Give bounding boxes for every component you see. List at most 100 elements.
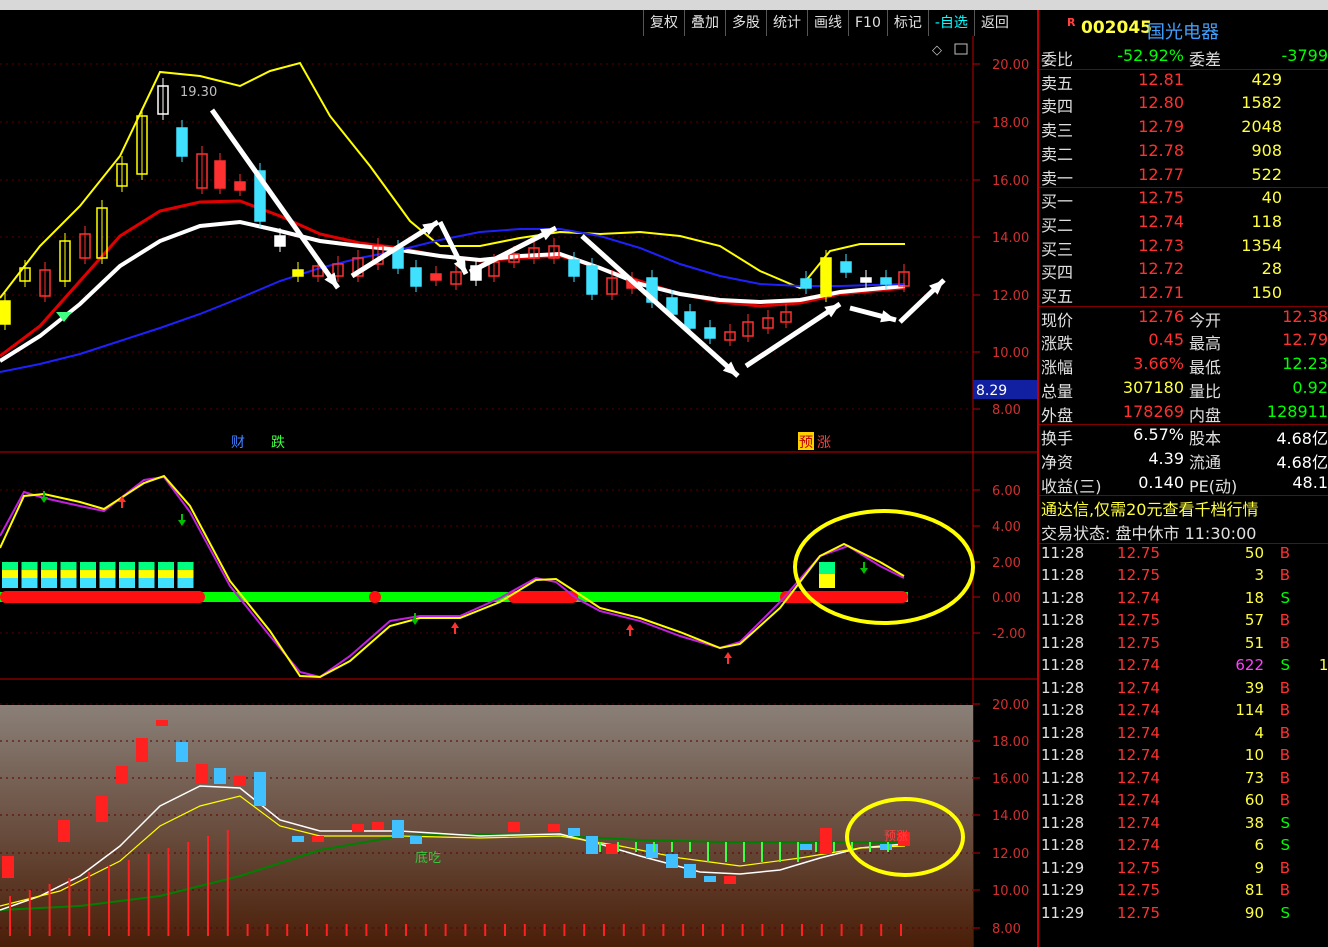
ask-row: 卖一 12.77 522 — [1039, 163, 1328, 188]
tick-bs: S — [1280, 656, 1290, 675]
stat-label2: 量比 — [1189, 381, 1222, 401]
bar-block — [158, 562, 174, 570]
toolbar-button-4[interactable]: 画线 — [807, 10, 848, 36]
bid-row: 买三 12.73 1354 — [1039, 234, 1328, 259]
ask-vol: 1582 — [1241, 93, 1282, 113]
stat2-row: 收益(三) 0.140 PE(动) 48.1 — [1039, 471, 1328, 496]
bar-block — [80, 562, 96, 570]
chart-toolbar: 复权 叠加 多股 统计 画线 F10 标记 -自选 返回 — [643, 10, 1015, 36]
tick-vol: 73 — [1244, 768, 1264, 787]
tick-price: 12.74 — [1117, 656, 1160, 675]
tick-vol: 50 — [1244, 543, 1264, 562]
tick-row: 11:2812.7460B5 — [1039, 789, 1328, 812]
toolbar-button-6[interactable]: 标记 — [886, 10, 928, 36]
tick-time: 11:28 — [1041, 611, 1085, 630]
candle-body — [586, 265, 598, 295]
weibi-row: 委比 -52.92% 委差 -3799 — [1039, 44, 1328, 69]
lower-candle — [214, 768, 226, 784]
quote-panel: R 002045 国光电器 委比 -52.92% 委差 -3799 卖五 12.81 429… — [1037, 10, 1328, 947]
ask-vol: 522 — [1251, 164, 1282, 184]
tick-time: 11:28 — [1041, 768, 1085, 787]
stat2-row: 净资 4.39 流通 4.68亿 — [1039, 447, 1328, 472]
candle-body — [704, 327, 716, 339]
lower-candle — [548, 824, 560, 832]
y-axis-labels: 20.00 18.00 16.00 14.00 12.00 10.00 8.00 6.00 4.… — [973, 58, 1029, 937]
bar-block — [177, 570, 194, 578]
stat2-label2: PE(动) — [1189, 476, 1238, 496]
tick-time: 11:29 — [1041, 858, 1085, 877]
stat2-label2: 股本 — [1189, 429, 1222, 449]
tick-row: 11:2812.7557B2 — [1039, 609, 1328, 632]
tick-n: 12 — [1318, 656, 1328, 675]
tick-bs: B — [1279, 701, 1290, 720]
tick-vol: 81 — [1244, 881, 1264, 900]
tick-price: 12.74 — [1117, 768, 1160, 787]
bid-vol: 118 — [1251, 211, 1282, 231]
tick-row: 11:2812.7438S2 — [1039, 812, 1328, 835]
tick-vol: 622 — [1235, 656, 1264, 675]
toolbar-button-5[interactable]: F10 — [848, 10, 887, 36]
stock-name[interactable]: 国光电器 — [1147, 18, 1219, 44]
lower-candle — [392, 820, 404, 838]
lower-candle — [606, 844, 618, 854]
vol-y-tick-label: 12.00 — [992, 847, 1029, 862]
candle-body — [234, 181, 246, 191]
tick-price: 12.75 — [1117, 858, 1160, 877]
toolbar-button-3[interactable]: 统计 — [766, 10, 807, 36]
tick-time: 11:29 — [1041, 903, 1085, 922]
down-arrow-icon — [178, 520, 186, 526]
tick-price: 12.74 — [1117, 791, 1160, 810]
lower-candle — [724, 876, 736, 884]
status-row: 交易状态: 盘中休市 11:30:00 — [1039, 518, 1328, 543]
bid-vol: 1354 — [1241, 235, 1282, 255]
toolbar-button-0[interactable]: 复权 — [643, 10, 684, 36]
stat2-value: 4.39 — [1148, 448, 1184, 468]
tick-row: 11:2812.7473B6 — [1039, 767, 1328, 790]
up-arrow-icon — [724, 652, 732, 658]
indicator-line-yellow — [0, 474, 905, 679]
stock-header: R 002045 国光电器 — [1039, 14, 1328, 44]
ask-price: 12.78 — [1138, 140, 1184, 160]
lower-candle — [646, 844, 658, 858]
candle-body — [820, 257, 832, 297]
toolbar-button-8[interactable]: 返回 — [973, 10, 1015, 36]
lower-candle — [58, 820, 70, 842]
tick-row: 11:2812.7418S2 — [1039, 587, 1328, 610]
bar-block — [80, 570, 96, 578]
tick-row: 11:2812.744B1 — [1039, 722, 1328, 745]
chart-area[interactable]: 20.00 18.00 16.00 14.00 12.00 10.00 8.00 6.00 4.… — [0, 36, 1037, 947]
stat-label: 涨跌 — [1041, 334, 1074, 354]
toolbar-button-2[interactable]: 多股 — [725, 10, 766, 36]
bid-label: 买二 — [1041, 215, 1074, 235]
candle-body — [214, 160, 226, 189]
bid-price: 12.71 — [1138, 283, 1184, 302]
tick-time: 11:28 — [1041, 791, 1085, 810]
bar-block — [21, 562, 38, 570]
vol-y-tick-label: 14.00 — [992, 809, 1029, 824]
tick-time: 11:28 — [1041, 723, 1085, 742]
tick-bs: B — [1279, 543, 1290, 562]
tick-vol: 60 — [1244, 791, 1264, 810]
tick-bs: S — [1280, 813, 1290, 832]
ask-price: 12.81 — [1138, 69, 1184, 89]
stat-value2: 12.79 — [1282, 330, 1328, 350]
ask-row: 卖三 12.79 2048 — [1039, 115, 1328, 140]
bar-block — [177, 562, 194, 570]
stat-value: 0.45 — [1148, 330, 1184, 350]
candle-body — [292, 269, 304, 277]
diamond-icon[interactable]: ◇ — [932, 43, 942, 58]
stat-label: 总量 — [1041, 381, 1074, 401]
toolbar-button-1[interactable]: 叠加 — [684, 10, 725, 36]
vol-y-tick-label: 20.00 — [992, 698, 1029, 713]
stat2-label: 净资 — [1041, 452, 1074, 472]
toolbar-button-7[interactable]: -自选 — [927, 10, 974, 36]
kline-chart-svg[interactable]: 20.00 18.00 16.00 14.00 12.00 10.00 8.00 6.00 4.… — [0, 36, 1037, 947]
main-y-tick-label: 8.00 — [992, 403, 1021, 418]
tick-vol: 38 — [1244, 813, 1264, 832]
lower-candle — [96, 796, 108, 822]
tick-row: 11:2812.7550B3 — [1039, 542, 1328, 565]
stock-code[interactable]: 002045 — [1081, 18, 1152, 38]
vol-y-tick-label: 16.00 — [992, 772, 1029, 787]
stat-label: 涨幅 — [1041, 358, 1074, 378]
ask-label: 卖四 — [1041, 97, 1074, 117]
